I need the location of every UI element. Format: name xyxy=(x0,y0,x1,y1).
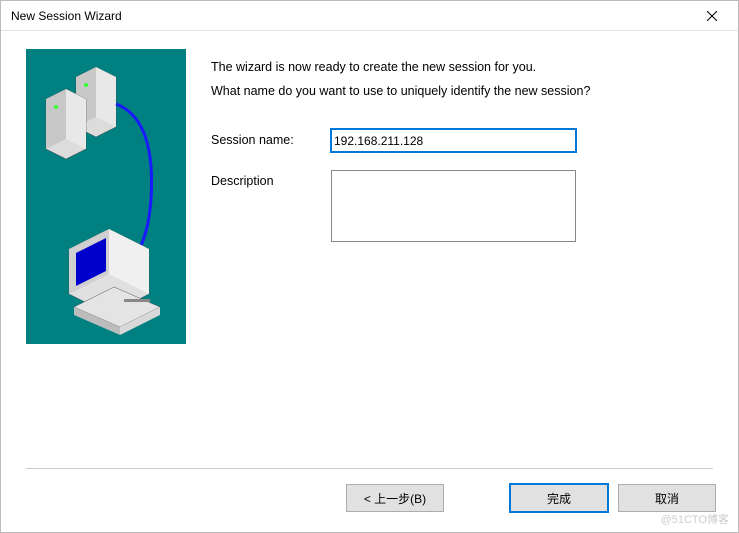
watermark-text: @51CTO博客 xyxy=(661,511,729,527)
wizard-illustration xyxy=(26,49,186,344)
dialog-window: New Session Wizard xyxy=(0,0,739,533)
description-label: Description xyxy=(211,170,331,188)
servers-computer-icon xyxy=(26,49,186,344)
description-row: Description xyxy=(211,170,713,242)
content-area: The wizard is now ready to create the ne… xyxy=(1,31,738,468)
separator-line xyxy=(26,468,713,469)
wizard-heading: The wizard is now ready to create the ne… xyxy=(211,57,713,77)
session-name-row: Session name: 192.168.211.128 xyxy=(211,129,713,152)
titlebar: New Session Wizard xyxy=(1,1,738,31)
back-button[interactable]: < 上一步(B) xyxy=(346,484,444,512)
finish-button[interactable]: 完成 xyxy=(510,484,608,512)
description-input[interactable] xyxy=(331,170,576,242)
button-row: < 上一步(B) 完成 取消 xyxy=(1,484,738,532)
button-gap xyxy=(454,484,500,512)
session-name-input[interactable]: 192.168.211.128 xyxy=(331,129,576,152)
close-button[interactable] xyxy=(694,3,730,29)
window-title: New Session Wizard xyxy=(11,9,122,23)
session-name-value: 192.168.211.128 xyxy=(334,134,423,148)
main-panel: The wizard is now ready to create the ne… xyxy=(211,49,713,468)
close-icon xyxy=(707,11,717,21)
wizard-subheading: What name do you want to use to uniquely… xyxy=(211,81,713,101)
session-name-label: Session name: xyxy=(211,129,331,147)
cancel-button[interactable]: 取消 xyxy=(618,484,716,512)
